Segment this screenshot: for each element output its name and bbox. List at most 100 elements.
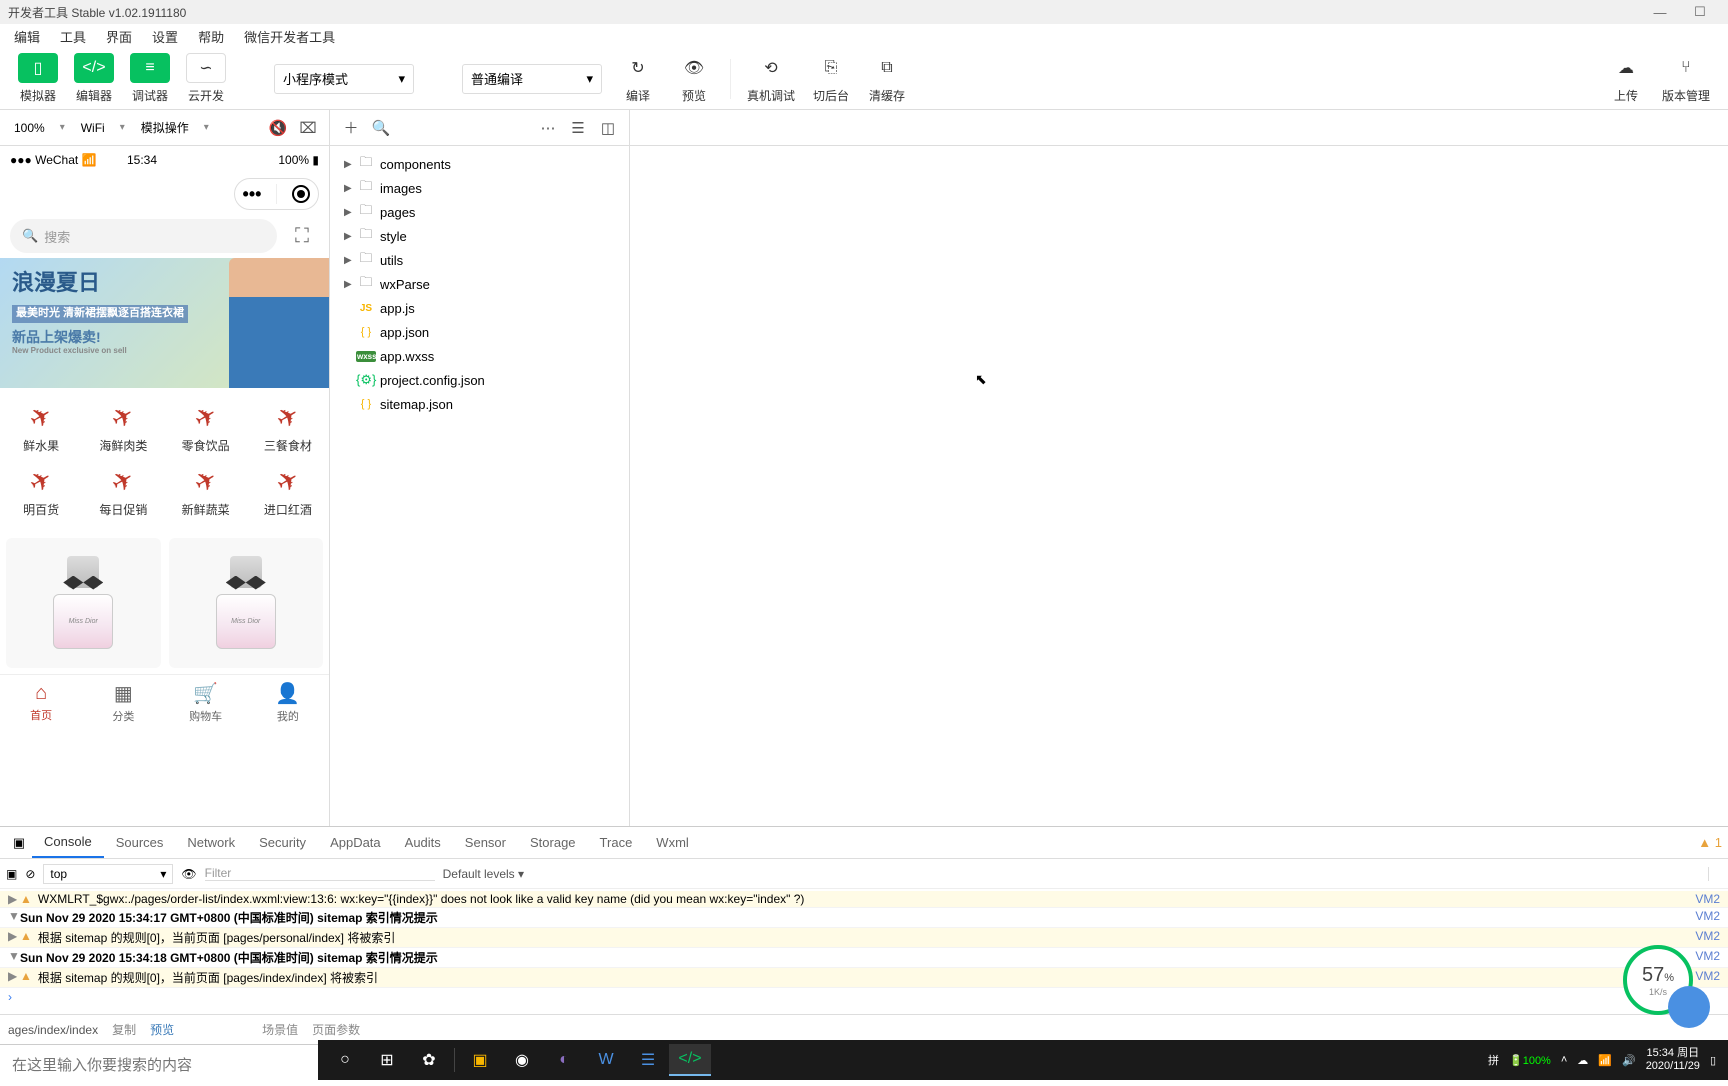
compile-button[interactable]: ↻编译	[618, 53, 658, 104]
devtools-tab[interactable]: Console	[32, 827, 104, 858]
devtools-tab[interactable]: Wxml	[644, 827, 701, 858]
remote-debug-button[interactable]: ⟲真机调试	[747, 53, 795, 104]
menu-settings[interactable]: 设置	[142, 27, 188, 46]
devtools-tab[interactable]: Network	[175, 827, 247, 858]
category-item[interactable]: ✈明百货	[0, 460, 82, 524]
network-select[interactable]: WiFi▾	[73, 121, 133, 135]
banner[interactable]: 浪漫夏日 最美时光 清新裙摆飘逐百搭连衣裙 新品上架爆卖! New Produc…	[0, 258, 329, 388]
console-log-line[interactable]: ▶ ▲根据 sitemap 的规则[0]，当前页面 [pages/index/i…	[0, 968, 1728, 988]
app-icon[interactable]: ✿	[408, 1044, 450, 1076]
editor-area[interactable]: ⬉	[630, 146, 1728, 826]
tree-item[interactable]: {⚙}project.config.json	[330, 368, 629, 392]
category-item[interactable]: ✈每日促销	[82, 460, 164, 524]
devtools-tab[interactable]: Audits	[393, 827, 453, 858]
inspect-icon[interactable]: ▣	[6, 835, 32, 851]
new-file-icon[interactable]: ＋	[336, 117, 366, 138]
maximize-button[interactable]: ☐	[1680, 4, 1720, 20]
tree-item[interactable]: ▶🗀utils	[330, 248, 629, 272]
product-card[interactable]: Miss Dior	[6, 538, 161, 668]
menu-edit[interactable]: 编辑	[4, 27, 50, 46]
chrome-icon[interactable]: ◉	[501, 1044, 543, 1076]
console-log-line[interactable]: ▼Sun Nov 29 2020 15:34:18 GMT+0800 (中国标准…	[0, 948, 1728, 968]
tree-item[interactable]: wxssapp.wxss	[330, 344, 629, 368]
tree-item[interactable]: ▶🗀components	[330, 152, 629, 176]
log-source[interactable]: VM2	[1695, 929, 1720, 943]
taskbar-clock[interactable]: 15:34 周日 2020/11/29	[1646, 1047, 1700, 1073]
mode-dropdown[interactable]: 小程序模式▾	[274, 64, 414, 94]
copy-link[interactable]: 复制	[112, 1021, 136, 1038]
app2-icon[interactable]: ☰	[627, 1044, 669, 1076]
scene-link[interactable]: 场景值	[262, 1021, 298, 1038]
category-item[interactable]: ✈进口红酒	[247, 460, 329, 524]
task-view-icon[interactable]: ⊞	[366, 1044, 408, 1076]
notification-tray-icon[interactable]: ▯	[1710, 1054, 1716, 1067]
filter-input[interactable]: Filter	[205, 866, 435, 881]
context-select[interactable]: top▾	[43, 864, 173, 884]
explorer-icon[interactable]: ▣	[459, 1044, 501, 1076]
capsule-menu[interactable]: •••	[234, 178, 319, 210]
rotate-icon[interactable]: ⌧	[293, 119, 323, 137]
tray-chevron-icon[interactable]: ˄	[1561, 1054, 1567, 1066]
console-log-line[interactable]: ▶ ▲根据 sitemap 的规则[0]，当前页面 [pages/persona…	[0, 928, 1728, 948]
category-item[interactable]: ✈零食饮品	[165, 396, 247, 460]
version-button[interactable]: ⑂版本管理	[1662, 53, 1710, 104]
cloud-tray-icon[interactable]: ☁	[1577, 1054, 1588, 1067]
tree-item[interactable]: { }sitemap.json	[330, 392, 629, 416]
tree-item[interactable]: ▶🗀style	[330, 224, 629, 248]
log-source[interactable]: VM2	[1695, 969, 1720, 983]
warning-badge[interactable]: ▲ 1	[1698, 835, 1722, 850]
eclipse-icon[interactable]: ◐	[543, 1044, 585, 1076]
devtools-tab[interactable]: Security	[247, 827, 318, 858]
background-button[interactable]: ⎘切后台	[811, 53, 851, 104]
editor-button[interactable]: </>编辑器	[74, 53, 114, 104]
play-icon[interactable]: ▣	[6, 867, 17, 881]
devtools-tab[interactable]: Trace	[588, 827, 645, 858]
simop-select[interactable]: 模拟操作▾	[133, 119, 217, 136]
log-source[interactable]: VM2	[1695, 909, 1720, 923]
cloud-button[interactable]: ∽云开发	[186, 53, 226, 104]
search-icon[interactable]: 🔍	[366, 119, 396, 137]
console-prompt[interactable]: ›	[0, 988, 1728, 1006]
devtools-tab[interactable]: Sensor	[453, 827, 518, 858]
scan-icon[interactable]: ⛶	[285, 219, 319, 253]
console-log-line[interactable]: ▼Sun Nov 29 2020 15:34:17 GMT+0800 (中国标准…	[0, 908, 1728, 928]
start-button[interactable]: ○	[324, 1044, 366, 1076]
devtools-tab[interactable]: Sources	[104, 827, 176, 858]
console-log-line[interactable]: ▶▲WXMLRT_$gwx:./pages/order-list/index.w…	[0, 891, 1728, 908]
clear-console-icon[interactable]: ⊘	[25, 867, 35, 881]
ime-indicator[interactable]: 拼	[1488, 1052, 1499, 1068]
tab-item[interactable]: 👤我的	[247, 675, 329, 730]
tree-item[interactable]: JSapp.js	[330, 296, 629, 320]
log-source[interactable]: VM2	[1695, 949, 1720, 963]
tree-item[interactable]: { }app.json	[330, 320, 629, 344]
params-link[interactable]: 页面参数	[312, 1021, 360, 1038]
log-source[interactable]: VM2	[1695, 892, 1720, 906]
devtools-taskbar-icon[interactable]: </>	[669, 1044, 711, 1076]
debugger-button[interactable]: ≡调试器	[130, 53, 170, 104]
category-item[interactable]: ✈鲜水果	[0, 396, 82, 460]
preview-button[interactable]: 👁预览	[674, 53, 714, 104]
more-icon[interactable]: ⋯	[533, 119, 563, 137]
category-item[interactable]: ✈三餐食材	[247, 396, 329, 460]
assistant-bubble[interactable]	[1668, 986, 1710, 1028]
layout-icon[interactable]: ◫	[593, 119, 623, 137]
category-item[interactable]: ✈新鲜蔬菜	[165, 460, 247, 524]
tree-item[interactable]: ▶🗀images	[330, 176, 629, 200]
wps-icon[interactable]: W	[585, 1044, 627, 1076]
zoom-select[interactable]: 100%▾	[6, 121, 73, 135]
menu-wechat-devtools[interactable]: 微信开发者工具	[234, 27, 345, 46]
collapse-icon[interactable]: ☰	[563, 119, 593, 137]
tree-item[interactable]: ▶🗀pages	[330, 200, 629, 224]
console-output[interactable]: ▶▲WXMLRT_$gwx:./pages/order-list/index.w…	[0, 889, 1728, 1014]
live-expr-icon[interactable]: 👁	[181, 867, 196, 881]
devtools-tab[interactable]: Storage	[518, 827, 588, 858]
wifi-tray-icon[interactable]: 📶	[1598, 1054, 1612, 1067]
simulator-button[interactable]: ▯模拟器	[18, 53, 58, 104]
upload-button[interactable]: ☁上传	[1606, 53, 1646, 104]
levels-select[interactable]: Default levels ▾	[443, 867, 524, 881]
battery-tray-icon[interactable]: 🔋100%	[1509, 1054, 1551, 1067]
minimize-button[interactable]: —	[1640, 5, 1680, 20]
menu-interface[interactable]: 界面	[96, 27, 142, 46]
menu-tools[interactable]: 工具	[50, 27, 96, 46]
category-item[interactable]: ✈海鲜肉类	[82, 396, 164, 460]
